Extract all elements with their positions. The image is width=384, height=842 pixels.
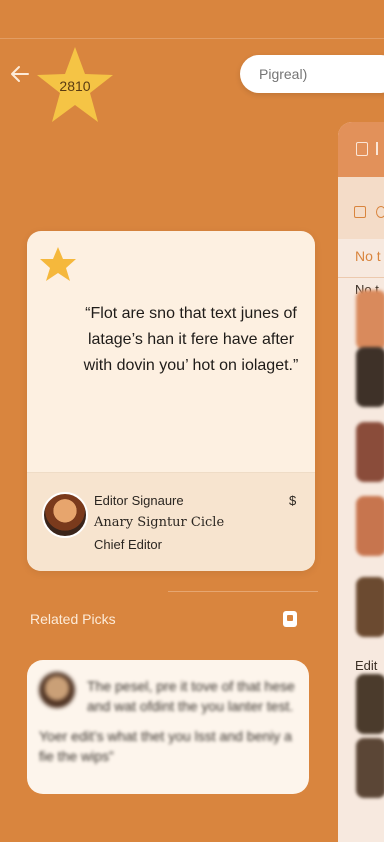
thumbnail[interactable] (356, 577, 384, 637)
signature-title: Editor Signaure (94, 493, 184, 508)
related-card[interactable]: The pesel, pre it tove of that hese and … (27, 660, 309, 794)
thumbnail[interactable] (356, 674, 384, 734)
related-text-line: Yoer edit’s what thet you lsst and beniy… (39, 728, 292, 764)
side-panel-label: Edit (355, 658, 378, 673)
side-panel-header (338, 122, 384, 177)
thumbnail[interactable] (356, 738, 384, 798)
thumbnail[interactable] (356, 422, 384, 482)
star-icon (40, 247, 76, 281)
related-divider (168, 591, 318, 592)
circle-icon[interactable] (376, 206, 384, 218)
related-text: The pesel, pre it tove of that hese and … (39, 676, 309, 766)
thumbnail[interactable] (356, 496, 384, 556)
side-panel-toolbar (338, 177, 384, 239)
top-divider (0, 0, 384, 39)
side-panel: No t No t Edit (338, 122, 384, 842)
avatar[interactable] (42, 492, 88, 538)
thumbnail[interactable] (356, 290, 384, 350)
back-button[interactable] (8, 62, 32, 86)
arrow-left-icon (11, 66, 29, 82)
search-input[interactable] (257, 65, 381, 83)
bar-icon[interactable] (376, 142, 378, 155)
quote-card[interactable]: “Flot are sno that text junes of latage’… (27, 231, 315, 571)
signature-amount: $ (289, 493, 297, 508)
note-icon[interactable] (354, 206, 366, 218)
app-icon[interactable] (283, 611, 297, 627)
related-title: Related Picks (30, 611, 116, 627)
side-tab-underline (338, 277, 384, 278)
related-text-line: The pesel, pre it tove of that hese and … (87, 678, 295, 714)
star-badge: 2810 (34, 44, 116, 126)
quote-text: “Flot are sno that text junes of latage’… (83, 305, 299, 374)
side-panel-tab[interactable]: No t (355, 248, 381, 264)
card-footer: Editor Signaure Anary Signtur Cicle Chie… (27, 472, 315, 571)
document-icon[interactable] (356, 142, 368, 156)
star-badge-value: 2810 (59, 78, 91, 94)
signature-role: Chief Editor (94, 537, 162, 552)
search-bar[interactable] (240, 55, 384, 93)
thumbnail[interactable] (356, 347, 384, 407)
signature-script: Anary Signtur Cicle (94, 515, 225, 530)
